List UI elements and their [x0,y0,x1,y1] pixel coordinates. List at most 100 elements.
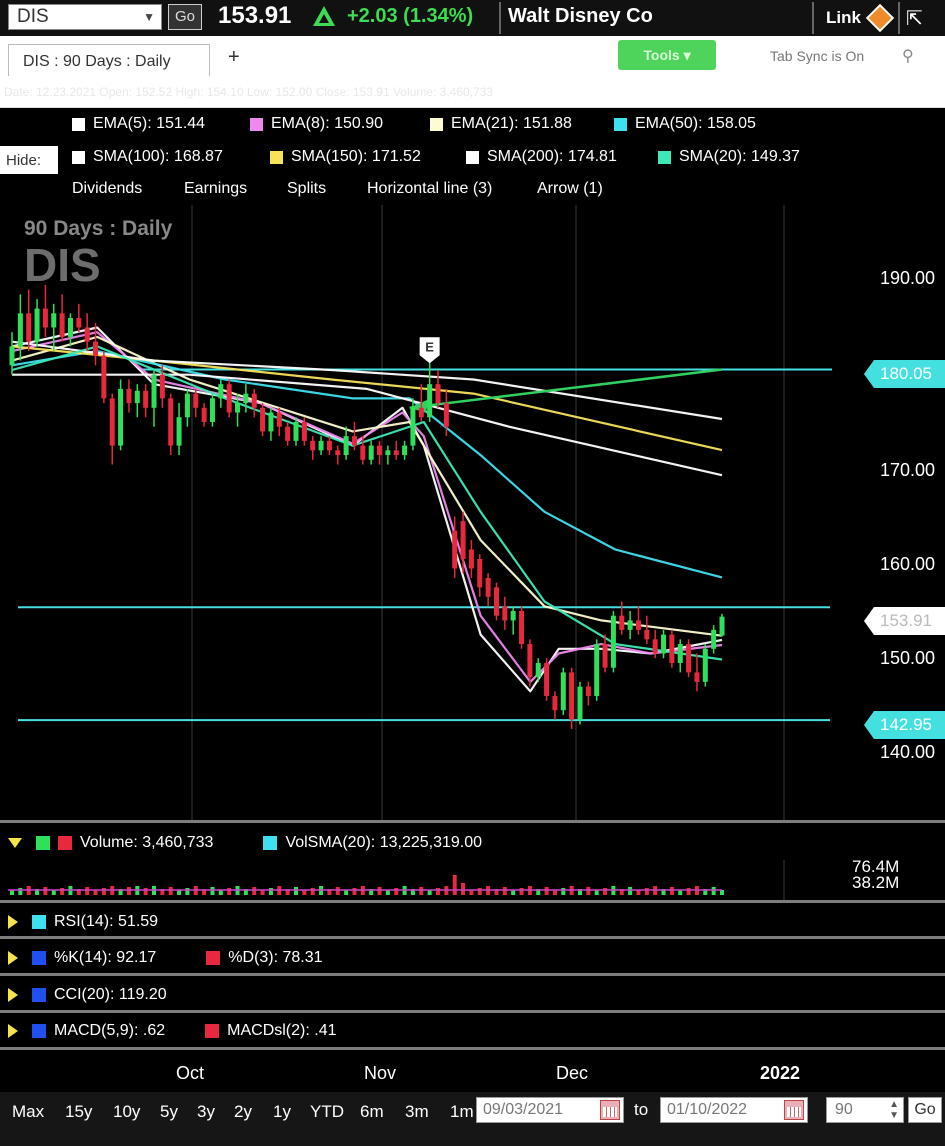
legend-ema5[interactable]: EMA(5): 151.44 [72,115,205,133]
candle-body [544,662,550,697]
candle-body [276,412,282,427]
volume-bar [436,888,440,895]
legend-ema50[interactable]: EMA(50): 158.05 [614,115,756,133]
pane-divider[interactable] [0,936,945,939]
calendar-icon[interactable] [784,1100,804,1120]
hline-tag-180[interactable]: 180.05 [864,360,945,388]
range-5y[interactable]: 5y [160,1102,178,1122]
rsi-label: RSI(14): 51.59 [54,913,159,930]
candle-body [619,615,625,630]
legend-ema21[interactable]: EMA(21): 151.88 [430,115,572,133]
last-price-tag: 153.91 [864,607,945,635]
volume-bar [85,887,90,895]
candle-body [418,407,424,418]
link-button[interactable]: Link [826,8,861,28]
legend-label: SMA(200): 174.81 [487,148,617,165]
swatch-icon [466,150,479,164]
info-strip: Date: 12.23.2021 Open: 152.52 High: 154.… [0,76,945,108]
expand-triangle-icon[interactable] [8,1024,18,1038]
range-10y[interactable]: 10y [113,1102,140,1122]
range-ytd[interactable]: YTD [310,1102,344,1122]
volume-bar [352,888,357,895]
volume-bar [603,888,608,895]
arrow-line [409,368,723,410]
volume-chart [8,860,785,900]
swatch-icon [32,988,46,1002]
pane-divider[interactable] [0,1047,945,1050]
range-6m[interactable]: 6m [360,1102,384,1122]
go-range-button[interactable]: Go [908,1097,942,1123]
from-date-field[interactable]: 09/03/2021 [476,1097,624,1123]
tools-button[interactable]: Tools ▾ [618,40,716,70]
candle-body [627,620,633,630]
magnify-icon[interactable]: ⚲ [902,46,914,66]
y-tick-label: 170.00 [880,460,936,480]
candle-body [644,629,650,640]
legend-label: SMA(100): 168.87 [93,148,223,165]
collapse-triangle-icon[interactable] [8,838,22,848]
candle-body [285,426,291,441]
volume-bar [18,888,23,895]
legend-ema8[interactable]: EMA(8): 150.90 [250,115,383,133]
event-arrow[interactable]: Arrow (1) [537,180,603,198]
range-1m[interactable]: 1m [450,1102,474,1122]
range-3y[interactable]: 3y [197,1102,215,1122]
candle-body [335,450,341,456]
to-date-field[interactable]: 01/10/2022 [660,1097,808,1123]
candle-body [452,530,458,569]
volume-bar [669,887,674,895]
pane-divider[interactable] [0,900,945,903]
days-stepper[interactable]: 90 ▲ ▼ [826,1097,904,1123]
pane-divider[interactable] [0,1010,945,1013]
pane-divider[interactable] [0,820,945,823]
top-toolbar: DIS ▼ Go 153.91 +2.03 (1.34%) Walt Disne… [0,0,945,36]
legend-sma20[interactable]: SMA(20): 149.37 [658,148,800,166]
chevron-down-icon[interactable]: ▼ [143,5,155,29]
calendar-icon[interactable] [600,1100,620,1120]
event-splits[interactable]: Splits [287,180,326,198]
event-dividends[interactable]: Dividends [72,180,142,198]
event-horizontal-line[interactable]: Horizontal line (3) [367,180,492,198]
swatch-icon [58,836,72,850]
expand-triangle-icon[interactable] [8,988,18,1002]
legend-sma200[interactable]: SMA(200): 174.81 [466,148,617,166]
volume-bar [377,887,382,895]
add-tab-button[interactable]: + [228,46,240,69]
range-3m[interactable]: 3m [405,1102,429,1122]
symbol-input[interactable]: DIS ▼ [8,4,162,30]
range-2y[interactable]: 2y [234,1102,252,1122]
candle-body [184,393,190,418]
legend-sma100[interactable]: SMA(100): 168.87 [72,148,223,166]
x-axis-label: 2022 [760,1063,801,1083]
volume-bar [394,888,399,895]
candle-body [59,313,65,337]
symbol-value: DIS [17,6,49,27]
tab-sync-status[interactable]: Tab Sync is On [770,48,864,64]
y-tick-label: 160.00 [880,554,936,574]
volume-bar [586,887,591,895]
link-diamond-icon[interactable] [865,3,895,33]
range-1y[interactable]: 1y [273,1102,291,1122]
days-value: 90 [835,1101,853,1118]
legend-sma150[interactable]: SMA(150): 171.52 [270,148,421,166]
legend-label: EMA(8): 150.90 [271,115,384,132]
expand-triangle-icon[interactable] [8,915,18,929]
volsma-label: VolSMA(20): 13,225,319.00 [285,834,483,851]
go-button[interactable]: Go [168,4,202,30]
hline-tag-142[interactable]: 142.95 [864,711,945,739]
tab-chart[interactable]: DIS : 90 Days : Daily [8,44,210,76]
popout-icon[interactable]: ⇱ [906,6,923,31]
price-chart[interactable]: E [0,205,945,825]
expand-triangle-icon[interactable] [8,951,18,965]
event-earnings[interactable]: Earnings [184,180,247,198]
stepper-arrows-icon[interactable]: ▲ ▼ [889,1099,899,1121]
earnings-marker[interactable]: E [419,337,440,364]
volume-bar [452,875,457,895]
candle-body [393,450,399,456]
pane-divider[interactable] [0,973,945,976]
range-15y[interactable]: 15y [65,1102,92,1122]
swatch-icon [32,951,46,965]
range-max[interactable]: Max [12,1102,44,1122]
candle-body [343,436,349,456]
candle-body [485,577,491,597]
